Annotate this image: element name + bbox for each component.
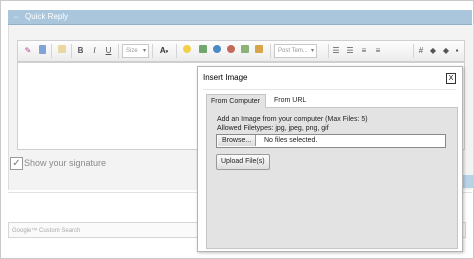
remove-format-icon[interactable]: ✎ bbox=[22, 45, 34, 57]
insert-link-icon[interactable] bbox=[211, 45, 223, 57]
dialog-title: Insert Image bbox=[203, 73, 248, 82]
italic-button[interactable]: I bbox=[89, 45, 100, 57]
ordered-list-icon[interactable]: ☰ bbox=[330, 45, 342, 57]
upload-description: Add an Image from your computer (Max Fil… bbox=[217, 116, 368, 123]
insert-email-icon[interactable] bbox=[225, 45, 237, 57]
align-left-icon[interactable]: ≡ bbox=[358, 45, 370, 57]
html-code-icon[interactable]: ◆ bbox=[441, 45, 451, 57]
show-signature-label: Show your signature bbox=[24, 158, 107, 168]
tab-from-computer[interactable]: From Computer bbox=[206, 94, 266, 108]
font-size-select[interactable]: Size ▾ bbox=[122, 44, 149, 58]
collapse-icon[interactable]: − bbox=[12, 13, 20, 22]
insert-image-dialog: Insert Image X Add an Image from your co… bbox=[197, 66, 463, 252]
close-icon[interactable]: X bbox=[446, 73, 456, 84]
file-status: No files selected. bbox=[264, 137, 318, 144]
quick-reply-title: Quick Reply bbox=[25, 12, 69, 21]
chevron-down-icon: ▾ bbox=[142, 48, 146, 54]
insert-media-icon[interactable] bbox=[253, 45, 265, 57]
tab-from-url[interactable]: From URL bbox=[270, 94, 311, 107]
bulleted-list-icon[interactable]: ☰ bbox=[344, 45, 356, 57]
chevron-down-icon: ▾ bbox=[310, 48, 314, 54]
post-template-label: Post Tem... bbox=[278, 48, 308, 54]
font-color-button[interactable]: A▾ bbox=[157, 45, 171, 57]
chevron-down-icon: ▾ bbox=[165, 49, 169, 55]
upload-files-button[interactable]: Upload File(s) bbox=[216, 154, 270, 170]
editor-toolbar: ✎ B I U Size ▾ A▾ Post Tem... ▾ ☰ ☰ ≡ ≡ bbox=[17, 40, 465, 62]
align-center-icon[interactable]: ≡ bbox=[372, 45, 384, 57]
file-input[interactable]: Browse... No files selected. bbox=[216, 134, 446, 148]
underline-button[interactable]: U bbox=[103, 45, 114, 57]
quick-reply-header[interactable]: − Quick Reply bbox=[8, 10, 472, 25]
paste-icon[interactable] bbox=[56, 45, 68, 57]
quote-icon[interactable]: ▪ bbox=[452, 45, 462, 57]
divider bbox=[203, 89, 456, 90]
browse-button[interactable]: Browse... bbox=[218, 135, 257, 146]
upload-panel: Add an Image from your computer (Max Fil… bbox=[206, 107, 458, 249]
hashtag-icon[interactable]: # bbox=[416, 45, 426, 57]
font-size-label: Size bbox=[126, 48, 138, 54]
allowed-filetypes: Allowed Filetypes: jpg, jpeg, png, gif bbox=[217, 125, 329, 132]
show-signature-checkbox[interactable]: ✓ bbox=[10, 157, 23, 170]
insert-image-icon[interactable] bbox=[197, 45, 209, 57]
insert-table-icon[interactable] bbox=[239, 45, 251, 57]
php-code-icon[interactable]: ◆ bbox=[428, 45, 438, 57]
toggle-mode-icon[interactable] bbox=[36, 45, 48, 57]
post-template-select[interactable]: Post Tem... ▾ bbox=[274, 44, 317, 58]
smiley-icon[interactable] bbox=[181, 45, 193, 57]
bold-button[interactable]: B bbox=[75, 45, 86, 57]
